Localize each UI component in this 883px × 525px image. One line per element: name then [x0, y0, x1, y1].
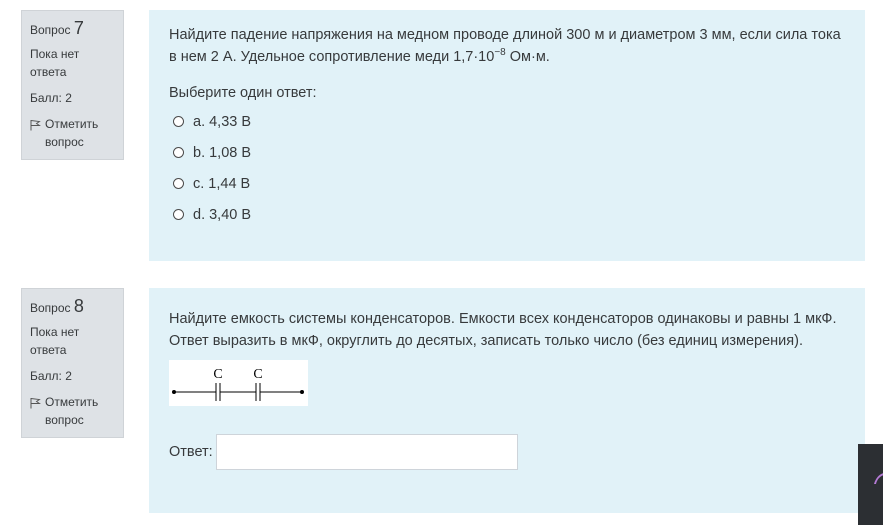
question-state: Пока нет ответа: [30, 325, 80, 357]
capacitor-label-2: C: [253, 367, 262, 382]
flag-icon: [30, 120, 41, 131]
flag-question-link[interactable]: Отметить вопрос: [30, 393, 115, 429]
question-text: Найдите падение напряжения на медном про…: [169, 27, 841, 65]
radio-button[interactable]: [173, 147, 184, 158]
floating-widget[interactable]: [858, 444, 883, 525]
question-7-content: Найдите падение напряжения на медном про…: [149, 10, 865, 261]
radio-button[interactable]: [173, 209, 184, 220]
capacitor-label-1: C: [213, 367, 222, 382]
option-c[interactable]: c. 1,44 В: [173, 168, 845, 199]
flag-question-link[interactable]: Отметить вопрос: [30, 115, 115, 151]
flag-label: Отметить вопрос: [45, 395, 99, 427]
capacitor-circuit-image: C C: [169, 360, 308, 406]
question-7-info: Вопрос 7 Пока нет ответа Балл: 2 Отметит…: [21, 10, 124, 160]
flag-icon: [30, 398, 41, 409]
widget-icon: [874, 473, 883, 484]
question-number: Вопрос 7: [30, 18, 84, 38]
answer-input[interactable]: [215, 434, 518, 470]
question-text: Найдите емкость системы конденсаторов. Е…: [169, 311, 837, 349]
answer-prompt: Выберите один ответ:: [169, 85, 317, 101]
flag-label: Отметить вопрос: [45, 117, 99, 149]
question-state: Пока нет ответа: [30, 47, 80, 79]
option-b[interactable]: b. 1,08 В: [173, 137, 845, 168]
question-grade: Балл: 2: [30, 91, 72, 105]
question-number: Вопрос 8: [30, 296, 84, 316]
option-a[interactable]: a. 4,33 В: [173, 106, 845, 137]
question-8-info: Вопрос 8 Пока нет ответа Балл: 2 Отметит…: [21, 288, 124, 438]
radio-button[interactable]: [173, 116, 184, 127]
answer-options: a. 4,33 В b. 1,08 В c. 1,44 В d. 3,40 В: [169, 106, 845, 230]
option-d[interactable]: d. 3,40 В: [173, 199, 845, 230]
question-8-content: Найдите емкость системы конденсаторов. Е…: [149, 288, 865, 513]
radio-button[interactable]: [173, 178, 184, 189]
question-grade: Балл: 2: [30, 369, 72, 383]
answer-row: Ответ:: [169, 434, 845, 470]
answer-label: Ответ:: [169, 444, 213, 460]
capacitor-circuit-diagram: C C: [172, 367, 304, 401]
